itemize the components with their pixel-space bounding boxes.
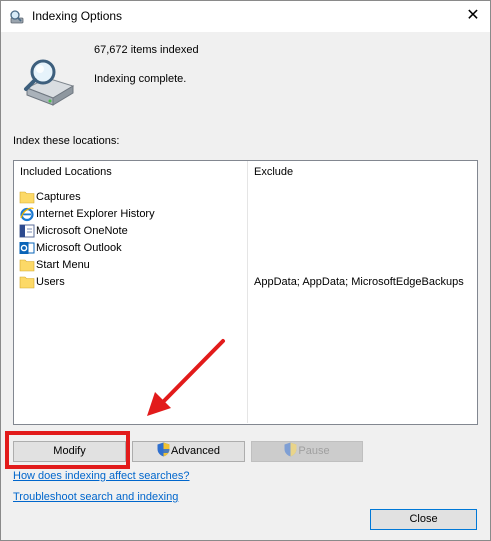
column-header-included[interactable]: Included Locations — [14, 161, 247, 184]
troubleshoot-link[interactable]: Troubleshoot search and indexing — [13, 491, 178, 503]
folder-icon — [19, 191, 35, 204]
list-item[interactable]: Captures — [14, 189, 477, 206]
folder-icon — [19, 276, 35, 289]
location-label: Microsoft OneNote — [36, 225, 128, 237]
pause-button-label: Pause — [298, 445, 330, 457]
advanced-button-label: Advanced — [171, 445, 220, 457]
outlook-icon — [19, 242, 35, 254]
indexing-status: Indexing complete. — [94, 73, 187, 85]
uac-shield-icon — [157, 442, 170, 457]
location-label: Microsoft Outlook — [36, 242, 122, 254]
indexing-options-window: Indexing Options ✕ 67,672 items indexed … — [0, 0, 491, 541]
location-label: Internet Explorer History — [36, 208, 155, 220]
locations-section-label: Index these locations: — [13, 135, 120, 147]
title-bar: Indexing Options ✕ — [1, 1, 490, 32]
close-window-button[interactable]: ✕ — [463, 6, 483, 26]
advanced-button[interactable]: Advanced — [132, 441, 245, 462]
uac-shield-icon — [284, 442, 297, 457]
indexing-drive-icon — [24, 59, 75, 106]
onenote-icon — [19, 224, 35, 238]
close-button[interactable]: Close — [370, 509, 477, 530]
list-item[interactable]: Microsoft Outlook — [14, 240, 477, 257]
annotation-arrow — [147, 339, 225, 416]
location-label: Users — [36, 276, 65, 288]
location-exclude: AppData; AppData; MicrosoftEdgeBackups — [254, 276, 464, 288]
window-title: Indexing Options — [32, 9, 123, 23]
how-indexing-affects-link[interactable]: How does indexing affect searches? — [13, 470, 190, 482]
annotation-highlight-box — [5, 431, 130, 469]
locations-list[interactable]: Included Locations Exclude Captures Inte… — [13, 160, 478, 425]
magnifier-drive-icon — [10, 10, 24, 24]
location-label: Start Menu — [36, 259, 90, 271]
list-item[interactable]: Internet Explorer History — [14, 206, 477, 223]
column-header-exclude[interactable]: Exclude — [248, 161, 476, 184]
folder-icon — [19, 259, 35, 272]
location-label: Captures — [36, 191, 81, 203]
pause-button[interactable]: Pause — [251, 441, 363, 462]
items-indexed-count: 67,672 items indexed — [94, 44, 199, 56]
internet-explorer-icon — [20, 207, 34, 222]
list-item[interactable]: Microsoft OneNote — [14, 223, 477, 240]
list-item[interactable]: Users AppData; AppData; MicrosoftEdgeBac… — [14, 274, 477, 291]
list-item[interactable]: Start Menu — [14, 257, 477, 274]
